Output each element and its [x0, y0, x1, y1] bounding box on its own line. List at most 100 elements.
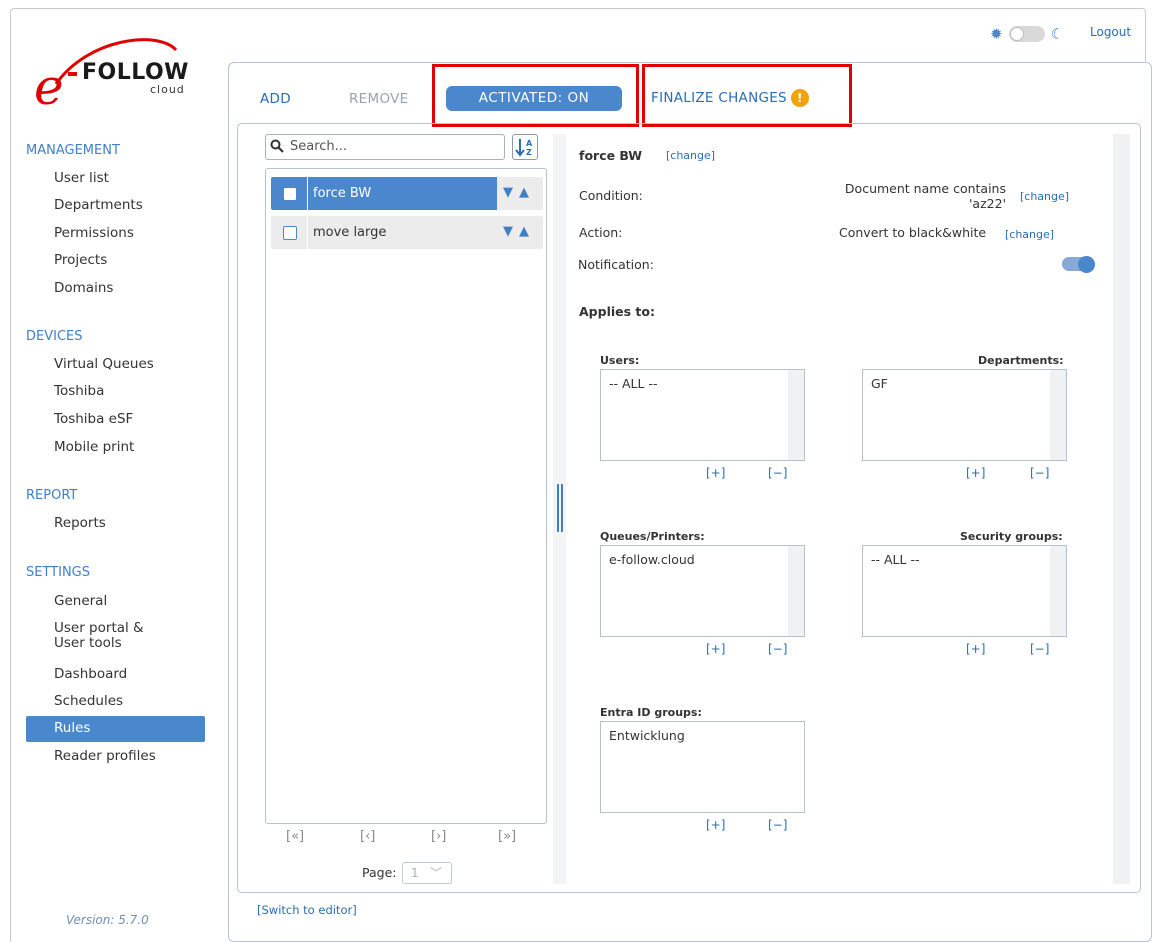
add-button[interactable]: ADD — [260, 91, 291, 107]
switch-to-editor-link[interactable]: [Switch to editor] — [257, 903, 357, 917]
row-divider — [307, 216, 308, 249]
sidebar-item-user-portal-line1: User portal & — [54, 620, 144, 636]
users-add-button[interactable]: [+] — [706, 466, 725, 480]
search-icon — [270, 139, 284, 157]
sidebar-section-management: MANAGEMENT — [26, 143, 120, 158]
action-label: Action: — [579, 225, 623, 240]
departments-value: GF — [871, 376, 888, 391]
sidebar-item-departments[interactable]: Departments — [54, 197, 143, 213]
sidebar-item-permissions[interactable]: Permissions — [54, 225, 134, 241]
security-groups-value: -- ALL -- — [871, 552, 920, 567]
security-groups-remove-button[interactable]: [−] — [1030, 642, 1049, 656]
entra-groups-add-button[interactable]: [+] — [706, 818, 725, 832]
page-select[interactable]: 1 ﹀ — [402, 862, 452, 884]
sidebar-item-toshiba-esf[interactable]: Toshiba eSF — [54, 411, 133, 427]
entra-groups-value: Entwicklung — [609, 728, 685, 743]
sidebar-section-settings: SETTINGS — [26, 565, 91, 580]
page-select-value: 1 — [411, 866, 419, 880]
row-checkbox[interactable] — [283, 226, 297, 240]
sidebar-item-schedules[interactable]: Schedules — [54, 693, 123, 709]
finalize-changes-label: FINALIZE CHANGES — [651, 90, 787, 106]
entra-groups-list[interactable]: Entwicklung — [600, 721, 805, 813]
queues-scrollbar[interactable] — [788, 546, 804, 636]
sidebar-item-mobile-print[interactable]: Mobile print — [54, 439, 134, 455]
remove-button[interactable]: REMOVE — [349, 91, 409, 107]
departments-remove-button[interactable]: [−] — [1030, 466, 1049, 480]
condition-value-line2: 'az22' — [969, 196, 1006, 211]
theme-switch[interactable] — [1008, 26, 1045, 42]
sidebar-item-domains[interactable]: Domains — [54, 280, 113, 296]
logout-link[interactable]: Logout — [1090, 25, 1131, 39]
finalize-changes-button[interactable]: FINALIZE CHANGES! — [651, 89, 809, 107]
queues-remove-button[interactable]: [−] — [768, 642, 787, 656]
condition-change-link[interactable]: [change] — [1020, 190, 1069, 203]
users-scrollbar[interactable] — [788, 370, 804, 460]
pager-prev[interactable]: [‹] — [360, 829, 375, 844]
move-down-icon[interactable]: ▼ — [503, 185, 513, 200]
action-change-link[interactable]: [change] — [1005, 228, 1054, 241]
rule-name-change-link[interactable]: [change] — [666, 149, 715, 162]
rule-name: force BW — [579, 148, 643, 163]
sidebar-item-projects[interactable]: Projects — [54, 252, 107, 268]
sidebar-item-rules[interactable]: Rules — [26, 716, 205, 742]
sidebar-item-user-portal[interactable]: User portal & User tools — [54, 621, 144, 651]
entra-groups-label: Entra ID groups: — [600, 706, 702, 719]
pager-last[interactable]: [»] — [498, 829, 516, 844]
move-up-icon[interactable]: ▲ — [519, 185, 529, 200]
panel-splitter[interactable] — [557, 484, 563, 532]
sidebar-item-reports[interactable]: Reports — [54, 515, 106, 531]
theme-toggle[interactable]: ✹ ☾ — [990, 24, 1064, 44]
notification-label: Notification: — [578, 257, 654, 272]
queues-list[interactable]: e-follow.cloud — [600, 545, 805, 637]
list-item[interactable]: force BW ▼ ▲ — [271, 177, 543, 210]
security-groups-list[interactable]: -- ALL -- — [862, 545, 1067, 637]
notification-toggle-knob — [1078, 256, 1095, 273]
departments-list[interactable]: GF — [862, 369, 1067, 461]
condition-value: Document name contains 'az22' — [844, 181, 1006, 211]
applies-to-heading: Applies to: — [579, 304, 655, 319]
move-down-icon[interactable]: ▼ — [503, 224, 513, 239]
sidebar-section-devices: DEVICES — [26, 329, 83, 344]
entra-groups-remove-button[interactable]: [−] — [768, 818, 787, 832]
detail-scrollbar[interactable] — [1113, 134, 1130, 884]
users-remove-button[interactable]: [−] — [768, 466, 787, 480]
sidebar-item-user-list[interactable]: User list — [54, 170, 109, 186]
row-label: force BW — [313, 186, 372, 201]
condition-label: Condition: — [579, 188, 643, 203]
sidebar-item-user-portal-line2: User tools — [54, 635, 122, 651]
users-value: -- ALL -- — [609, 376, 658, 391]
users-list[interactable]: -- ALL -- — [600, 369, 805, 461]
logo-text: FOLLOW — [82, 60, 189, 85]
sidebar-item-reader-profiles[interactable]: Reader profiles — [54, 748, 156, 764]
sidebar-item-toshiba[interactable]: Toshiba — [54, 383, 104, 399]
activated-toggle-button[interactable]: ACTIVATED: ON — [446, 86, 622, 111]
row-checkbox[interactable] — [283, 187, 297, 201]
svg-text:Z: Z — [526, 148, 532, 157]
row-label: move large — [313, 225, 387, 240]
rules-list — [265, 168, 547, 824]
theme-switch-knob — [1009, 27, 1024, 41]
departments-scrollbar[interactable] — [1050, 370, 1066, 460]
departments-label: Departments: — [978, 354, 1064, 367]
pager-next[interactable]: [›] — [431, 829, 446, 844]
list-item[interactable]: move large ▼ ▲ — [271, 216, 543, 249]
search-placeholder: Search... — [290, 139, 348, 154]
sidebar-section-report: REPORT — [26, 488, 78, 503]
queues-add-button[interactable]: [+] — [706, 642, 725, 656]
sidebar-item-virtual-queues[interactable]: Virtual Queues — [54, 356, 154, 372]
sort-az-button[interactable]: A Z — [512, 134, 538, 160]
sun-icon: ✹ — [990, 25, 1003, 43]
sidebar-item-general[interactable]: General — [54, 593, 107, 609]
departments-add-button[interactable]: [+] — [966, 466, 985, 480]
security-groups-label: Security groups: — [960, 530, 1063, 543]
sidebar-item-dashboard[interactable]: Dashboard — [54, 666, 127, 682]
security-groups-add-button[interactable]: [+] — [966, 642, 985, 656]
move-up-icon[interactable]: ▲ — [519, 224, 529, 239]
svg-text:A: A — [526, 139, 533, 148]
queues-value: e-follow.cloud — [609, 552, 695, 567]
pager-first[interactable]: [«] — [286, 829, 304, 844]
moon-icon: ☾ — [1050, 25, 1065, 43]
security-groups-scrollbar[interactable] — [1050, 546, 1066, 636]
warning-icon: ! — [790, 89, 809, 107]
svg-text:e: e — [34, 58, 64, 116]
